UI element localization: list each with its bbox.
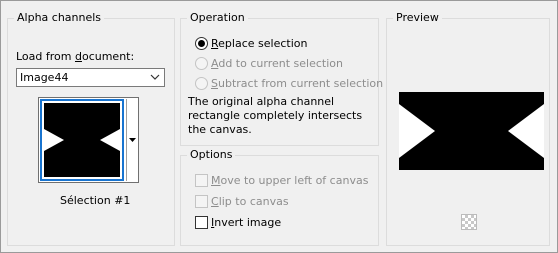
move-rest: ove to upper left of canvas xyxy=(220,174,369,187)
triangle-down-icon xyxy=(129,138,136,142)
replace-selection-label[interactable]: Replace selection xyxy=(211,37,307,51)
load-from-label-pre: Load from xyxy=(16,50,75,63)
selection-name: Sélection #1 xyxy=(60,194,131,207)
load-from-document-label: Load from document: xyxy=(16,50,134,64)
move-mnemonic: M xyxy=(211,174,221,187)
add-to-selection-radio[interactable] xyxy=(195,57,208,70)
checkerboard-icon[interactable] xyxy=(461,214,477,230)
operation-description: The original alpha channel rectangle com… xyxy=(188,95,363,136)
document-select[interactable]: Image44 xyxy=(16,68,165,87)
operation-title: Operation xyxy=(187,11,248,25)
add-to-selection-label[interactable]: Add to current selection xyxy=(211,57,343,71)
invert-image-checkbox[interactable] xyxy=(195,216,208,229)
preview-image xyxy=(399,92,544,170)
replace-selection-radio[interactable] xyxy=(195,37,208,50)
move-to-upper-left-label[interactable]: Move to upper left of canvas xyxy=(211,174,368,188)
document-select-value: Image44 xyxy=(20,71,69,84)
subtract-from-selection-label[interactable]: Subtract from current selection xyxy=(211,77,383,91)
clip-to-canvas-checkbox[interactable] xyxy=(195,195,208,208)
load-from-label-mnemonic: d xyxy=(74,50,82,63)
options-title: Options xyxy=(187,148,236,162)
subtract-from-selection-radio[interactable] xyxy=(195,77,208,90)
alpha-channels-title: Alpha channels xyxy=(14,11,105,25)
load-from-label-post: ocument: xyxy=(81,50,135,63)
chevron-down-icon xyxy=(150,74,160,80)
replace-rest: eplace selection xyxy=(218,37,308,50)
alpha-channel-picker[interactable] xyxy=(38,97,139,183)
invert-image-label[interactable]: Invert image xyxy=(211,216,281,230)
invert-rest: nvert image xyxy=(214,216,282,229)
radio-selected-dot xyxy=(198,40,205,47)
clip-to-canvas-label[interactable]: Clip to canvas xyxy=(211,195,289,209)
alpha-mask-thumbnail xyxy=(44,103,120,177)
subtract-rest: ubtract from current selection xyxy=(217,77,384,90)
subtract-mnemonic: S xyxy=(211,77,218,90)
preview-canvas xyxy=(399,92,544,170)
thumbnail-dropdown-button[interactable] xyxy=(126,99,138,181)
clip-mnemonic: C xyxy=(211,195,219,208)
move-to-upper-left-checkbox[interactable] xyxy=(195,174,208,187)
add-rest: dd to current selection xyxy=(218,57,343,70)
clip-rest: lip to canvas xyxy=(218,195,289,208)
selected-alpha-thumbnail[interactable] xyxy=(40,99,124,181)
preview-title: Preview xyxy=(393,11,442,25)
